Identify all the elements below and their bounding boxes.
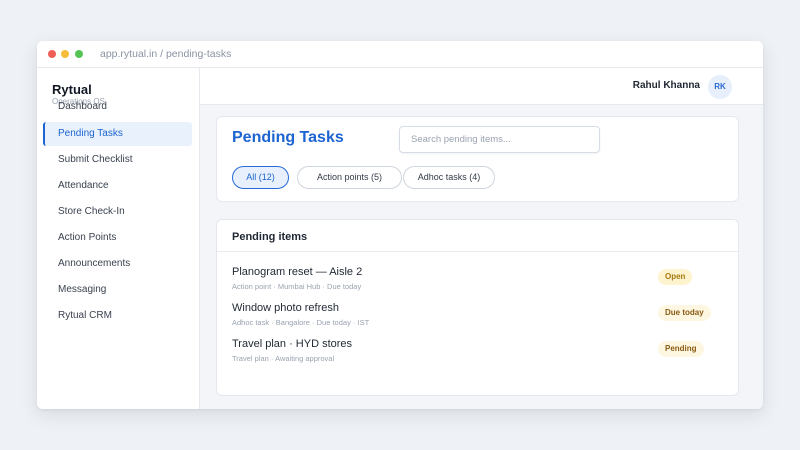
status-badge: Due today [658, 305, 711, 321]
sidebar-item-pending-tasks[interactable]: Pending Tasks [43, 122, 192, 146]
item-title: Planogram reset — Aisle 2 [232, 266, 363, 278]
maximize-window-dot[interactable] [75, 50, 83, 58]
item-title: Travel plan · HYD stores [232, 338, 353, 350]
sidebar-item-action-points[interactable]: Action Points [43, 226, 192, 250]
sidebar-item-submit-checklist[interactable]: Submit Checklist [43, 148, 192, 172]
top-bar: Rahul Khanna RK [200, 68, 763, 105]
minimize-window-dot[interactable] [61, 50, 69, 58]
avatar[interactable]: RK [708, 75, 732, 99]
status-badge: Pending [658, 341, 704, 357]
close-window-dot[interactable] [48, 50, 56, 58]
sidebar-item-announcements[interactable]: Announcements [43, 252, 192, 276]
user-name[interactable]: Rahul Khanna [633, 80, 700, 91]
sidebar: Rytual Operations OS Dashboard Pending T… [37, 68, 200, 409]
sidebar-item-rytual-crm[interactable]: Rytual CRM [43, 304, 192, 328]
item-meta: Action point · Mumbai Hub · Due today [232, 282, 362, 291]
item-meta: Travel plan · Awaiting approval [232, 354, 335, 363]
main-content: Rahul Khanna RK Pending Tasks All (12) A… [200, 68, 763, 409]
sidebar-item-store-check-in[interactable]: Store Check-In [43, 200, 192, 224]
list-item[interactable]: Travel plan · HYD stores Travel plan · A… [232, 338, 727, 368]
sidebar-item-dashboard[interactable]: Dashboard [43, 95, 192, 119]
page-header-card: Pending Tasks All (12) Action points (5)… [216, 116, 739, 202]
address-bar[interactable]: app.rytual.in / pending-tasks [100, 48, 231, 60]
search-input[interactable] [399, 126, 600, 153]
browser-window: app.rytual.in / pending-tasks Rytual Ope… [37, 41, 763, 409]
sidebar-item-messaging[interactable]: Messaging [43, 278, 192, 302]
status-badge: Open [658, 269, 693, 285]
browser-titlebar: app.rytual.in / pending-tasks [37, 41, 763, 68]
item-title: Window photo refresh [232, 302, 339, 314]
filter-chip-adhoc-tasks[interactable]: Adhoc tasks (4) [403, 166, 495, 189]
filter-chip-action-points[interactable]: Action points (5) [297, 166, 402, 189]
item-meta: Adhoc task · Bangalore · Due today · IST [232, 318, 370, 327]
pending-items-card: Pending items Planogram reset — Aisle 2 … [216, 219, 739, 396]
list-item[interactable]: Planogram reset — Aisle 2 Action point ·… [232, 266, 727, 296]
page-title: Pending Tasks [232, 129, 344, 146]
list-item[interactable]: Window photo refresh Adhoc task · Bangal… [232, 302, 727, 332]
list-title: Pending items [217, 220, 738, 252]
sidebar-item-attendance[interactable]: Attendance [43, 174, 192, 198]
filter-chip-all[interactable]: All (12) [232, 166, 289, 189]
